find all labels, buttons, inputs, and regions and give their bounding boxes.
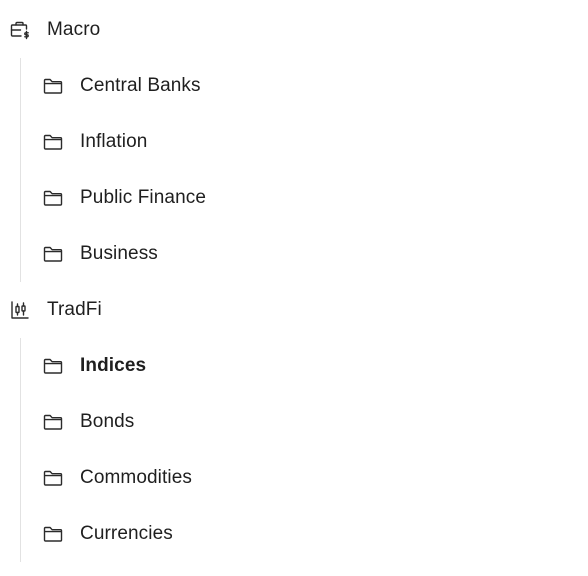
section-macro: Macro Central Banks Inflation Public Fin…	[0, 2, 588, 282]
nav-item-inflation[interactable]: Inflation	[0, 114, 588, 170]
nav-item-label: Business	[80, 243, 158, 264]
nav-item-label: Indices	[80, 355, 147, 376]
briefcase-dollar-icon	[9, 19, 31, 41]
nav-item-bonds[interactable]: Bonds	[0, 394, 588, 450]
nav-item-commodities[interactable]: Commodities	[0, 450, 588, 506]
nav-item-indices[interactable]: Indices	[0, 338, 588, 394]
folder-icon	[42, 187, 64, 209]
folder-icon	[42, 467, 64, 489]
section-label-macro: Macro	[47, 19, 101, 40]
section-children-tradfi: Indices Bonds Commodities Currencies	[0, 338, 588, 562]
folder-icon	[42, 75, 64, 97]
category-tree: Macro Central Banks Inflation Public Fin…	[0, 2, 588, 562]
folder-icon	[42, 411, 64, 433]
nav-item-label: Commodities	[80, 467, 192, 488]
tree-guide-line	[20, 338, 21, 562]
folder-icon	[42, 243, 64, 265]
candlestick-chart-icon	[9, 299, 31, 321]
tree-guide-line	[20, 58, 21, 282]
nav-item-label: Currencies	[80, 523, 173, 544]
nav-item-central-banks[interactable]: Central Banks	[0, 58, 588, 114]
nav-item-public-finance[interactable]: Public Finance	[0, 170, 588, 226]
section-label-tradfi: TradFi	[47, 299, 102, 320]
nav-item-currencies[interactable]: Currencies	[0, 506, 588, 562]
nav-item-label: Inflation	[80, 131, 148, 152]
section-tradfi: TradFi Indices Bonds Commodities Currenc…	[0, 282, 588, 562]
section-header-tradfi[interactable]: TradFi	[0, 282, 588, 338]
folder-icon	[42, 355, 64, 377]
nav-item-business[interactable]: Business	[0, 226, 588, 282]
section-header-macro[interactable]: Macro	[0, 2, 588, 58]
nav-item-label: Public Finance	[80, 187, 207, 208]
nav-item-label: Bonds	[80, 411, 135, 432]
folder-icon	[42, 523, 64, 545]
section-children-macro: Central Banks Inflation Public Finance B…	[0, 58, 588, 282]
folder-icon	[42, 131, 64, 153]
nav-item-label: Central Banks	[80, 75, 201, 96]
